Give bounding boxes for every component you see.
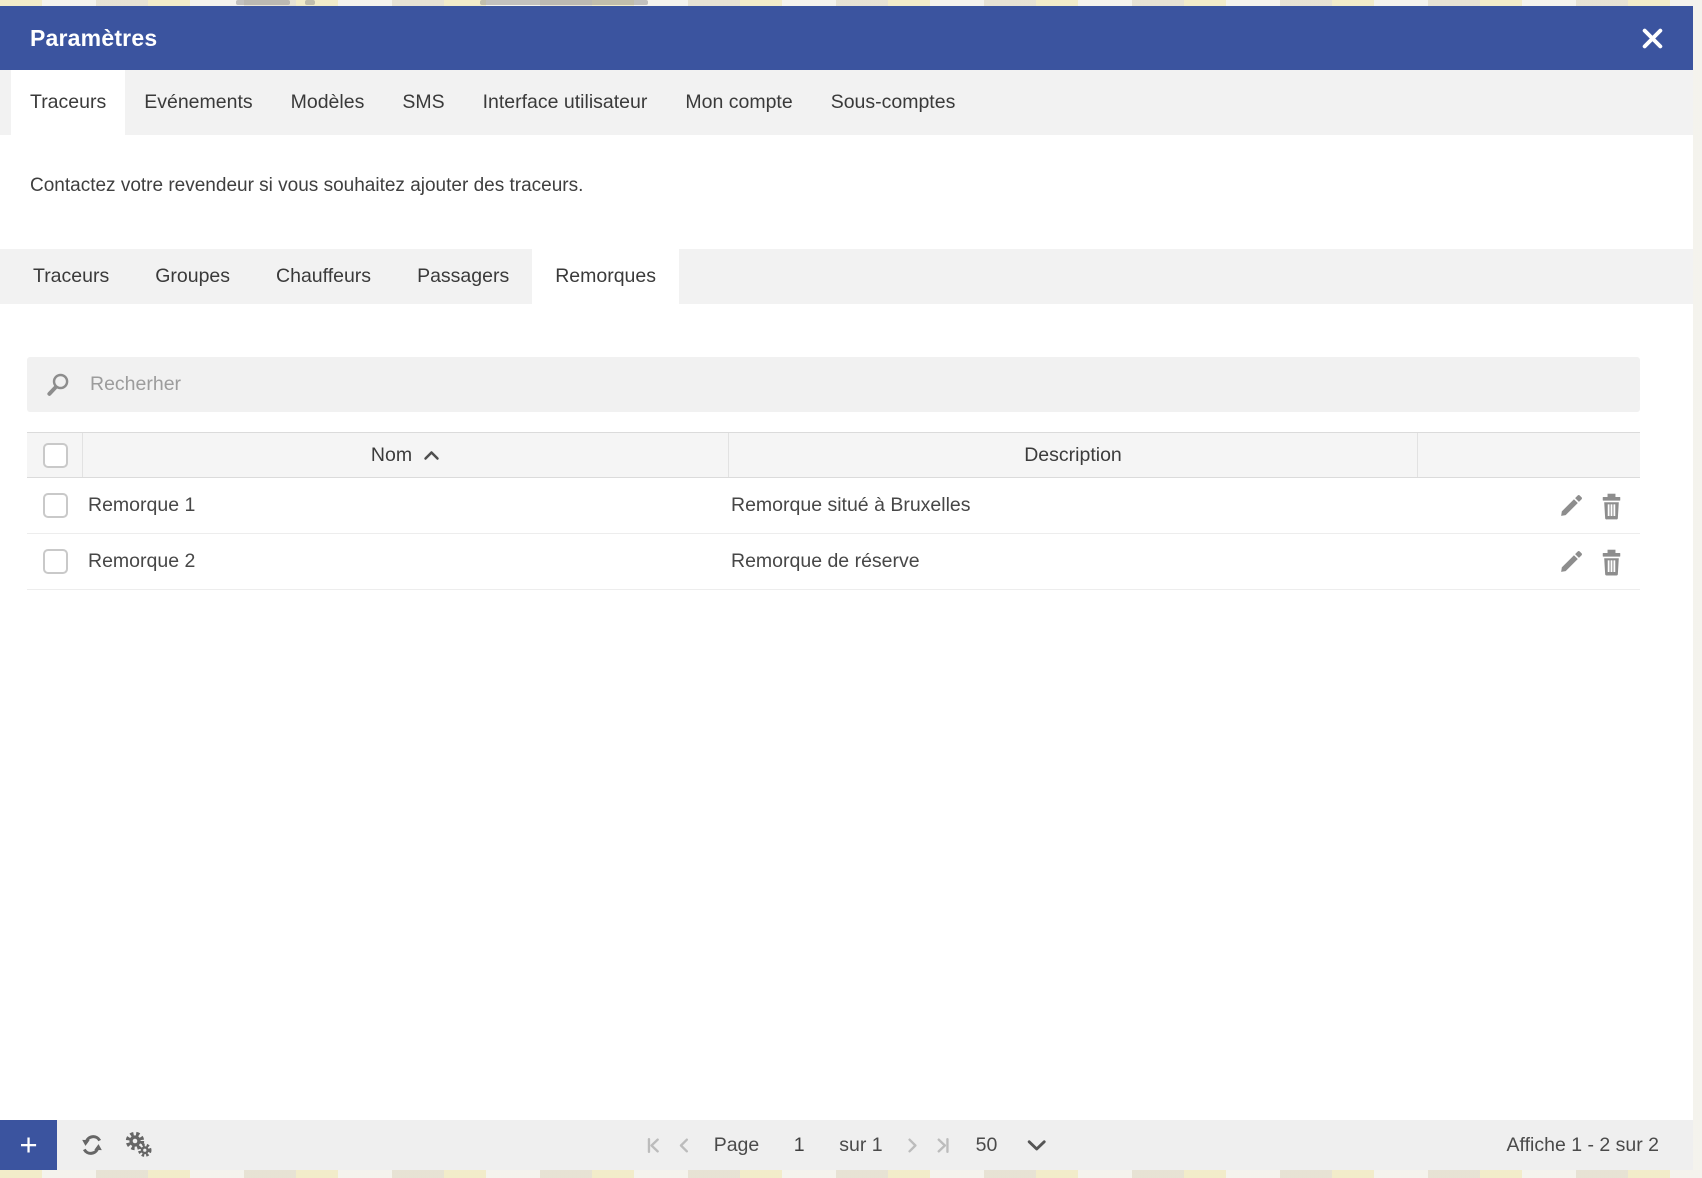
tab-evenements[interactable]: Evénements <box>125 70 271 135</box>
subtab-passagers[interactable]: Passagers <box>394 249 532 304</box>
trash-icon <box>1602 549 1621 575</box>
map-label-fragment <box>305 0 315 5</box>
dialog-titlebar: Paramètres <box>0 6 1693 70</box>
tab-sms[interactable]: SMS <box>383 70 463 135</box>
first-page-icon <box>647 1137 659 1153</box>
last-page-button[interactable] <box>934 1137 951 1154</box>
search-icon <box>47 373 69 396</box>
row-checkbox[interactable] <box>43 493 68 518</box>
row-actions <box>1417 534 1640 589</box>
row-name: Remorque 2 <box>88 550 196 572</box>
edit-button[interactable] <box>1558 548 1585 575</box>
row-name: Remorque 1 <box>88 494 196 516</box>
refresh-icon <box>82 1135 102 1155</box>
row-cell-select <box>27 478 82 533</box>
delete-button[interactable] <box>1599 548 1624 576</box>
pencil-icon <box>1561 551 1582 572</box>
map-background: Paramètres Traceurs Evénements Modèles S… <box>0 0 1702 1178</box>
column-header-description-label: Description <box>1024 443 1122 466</box>
row-checkbox[interactable] <box>43 549 68 574</box>
header-cell-select <box>27 433 82 477</box>
main-tab-bar: Traceurs Evénements Modèles SMS Interfac… <box>0 70 1693 135</box>
column-header-nom-label: Nom <box>370 443 413 466</box>
footer-toolbar: + Page 1 sur 1 50 Affiche 1 - 2 sur 2 <box>0 1120 1693 1170</box>
map-label-fragment <box>480 0 648 5</box>
table-row: Remorque 1 Remorque situé à Bruxelles <box>27 478 1640 534</box>
tab-sous-comptes[interactable]: Sous-comptes <box>812 70 975 135</box>
page-size-dropdown[interactable] <box>1026 1139 1047 1152</box>
prev-page-button[interactable] <box>676 1137 693 1154</box>
row-actions <box>1417 478 1640 533</box>
subtab-groupes[interactable]: Groupes <box>132 249 253 304</box>
reseller-notice: Contactez votre revendeur si vous souhai… <box>30 175 584 196</box>
column-header-description[interactable]: Description <box>728 433 1417 477</box>
row-description: Remorque de réserve <box>731 550 920 572</box>
table-header-row: Nom Description <box>27 432 1640 478</box>
page-label: Page <box>713 1133 760 1156</box>
select-all-checkbox[interactable] <box>43 442 68 468</box>
last-page-icon <box>937 1137 950 1153</box>
tab-modeles[interactable]: Modèles <box>272 70 384 135</box>
subtab-chauffeurs[interactable]: Chauffeurs <box>253 249 394 304</box>
search-bar <box>27 357 1640 412</box>
next-page-button[interactable] <box>904 1137 921 1154</box>
tab-mon-compte[interactable]: Mon compte <box>666 70 811 135</box>
row-description: Remorque situé à Bruxelles <box>731 494 971 516</box>
edit-button[interactable] <box>1558 492 1585 519</box>
subtab-remorques[interactable]: Remorques <box>532 249 679 304</box>
page-count-label: sur 1 <box>839 1133 883 1156</box>
chevron-down-icon <box>1027 1139 1046 1150</box>
pencil-icon <box>1561 495 1582 516</box>
pagination: Page sur 1 50 <box>646 1132 1048 1158</box>
sub-tab-bar: Traceurs Groupes Chauffeurs Passagers Re… <box>0 249 1693 304</box>
close-icon <box>1642 28 1663 48</box>
dialog-title: Paramètres <box>30 24 158 51</box>
refresh-button[interactable] <box>78 1131 106 1159</box>
search-input[interactable] <box>88 372 1640 397</box>
tab-traceurs[interactable]: Traceurs <box>11 70 126 135</box>
delete-button[interactable] <box>1599 492 1624 520</box>
close-button[interactable] <box>1637 23 1668 54</box>
header-cell-actions <box>1417 433 1640 477</box>
trailers-table: Nom Description Remorque 1 Remorque situ… <box>27 432 1640 590</box>
prev-page-icon <box>679 1137 688 1153</box>
page-number-input[interactable] <box>776 1132 823 1158</box>
grid-settings-button[interactable] <box>123 1131 153 1159</box>
add-button[interactable]: + <box>0 1120 57 1170</box>
next-page-icon <box>908 1137 917 1153</box>
records-summary: Affiche 1 - 2 sur 2 <box>1506 1133 1659 1156</box>
tab-content: Contactez votre revendeur si vous souhai… <box>0 135 1693 1120</box>
tab-interface-utilisateur[interactable]: Interface utilisateur <box>464 70 667 135</box>
first-page-button[interactable] <box>646 1137 663 1154</box>
settings-dialog: Paramètres Traceurs Evénements Modèles S… <box>0 6 1693 1170</box>
column-header-nom[interactable]: Nom <box>82 433 728 477</box>
trash-icon <box>1602 493 1621 519</box>
table-row: Remorque 2 Remorque de réserve <box>27 534 1640 590</box>
page-size-value: 50 <box>975 1133 998 1156</box>
sort-ascending-icon <box>424 450 439 460</box>
gears-icon <box>125 1131 152 1157</box>
row-cell-select <box>27 534 82 589</box>
map-label-fragment <box>236 0 290 5</box>
subtab-traceurs[interactable]: Traceurs <box>10 249 132 304</box>
